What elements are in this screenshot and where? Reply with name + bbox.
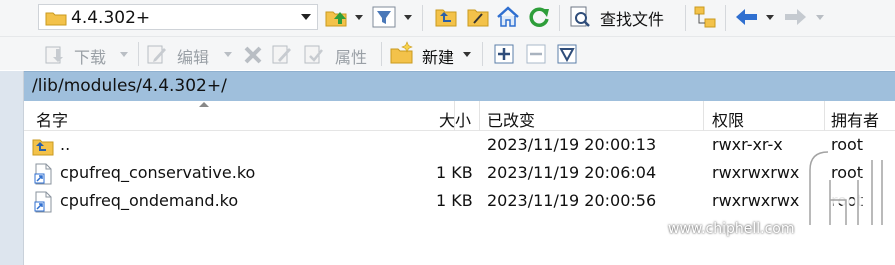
toolbar-divider	[138, 42, 139, 66]
file-permissions: rwxr-xr-x	[712, 135, 783, 154]
address-bar[interactable]: /lib/modules/4.4.302+/	[24, 71, 895, 101]
table-row[interactable]: cpufreq_ondemand.ko 1 KB 2023/11/19 20:0…	[24, 188, 895, 216]
side-panel-edge	[0, 71, 24, 265]
column-header-permissions[interactable]: 权限	[712, 107, 744, 131]
forward-arrow-icon[interactable]	[782, 5, 808, 29]
watermark-url: www.chiphell.com	[668, 221, 795, 237]
table-row[interactable]: cpufreq_conservative.ko 1 KB 2023/11/19 …	[24, 160, 895, 188]
minus-icon[interactable]	[526, 44, 546, 64]
column-divider[interactable]	[824, 101, 825, 131]
sort-ascending-icon	[199, 102, 209, 107]
file-size: 1 KB	[436, 191, 473, 210]
refresh-icon[interactable]	[527, 5, 551, 29]
forward-dropdown-icon[interactable]	[816, 15, 824, 20]
back-arrow-icon[interactable]	[734, 5, 760, 29]
file-name: ..	[60, 135, 71, 154]
file-permissions: rwxrwxrwx	[712, 191, 800, 210]
edit-dropdown-icon[interactable]	[224, 52, 232, 57]
download-button[interactable]: 下载	[74, 44, 106, 68]
file-link-icon	[34, 191, 52, 213]
column-header-size[interactable]: 大小	[439, 107, 471, 131]
parent-directory-icon[interactable]	[434, 5, 458, 29]
edit-icon[interactable]	[146, 43, 168, 65]
file-modified: 2023/11/19 20:06:04	[487, 163, 657, 182]
download-icon[interactable]	[44, 43, 66, 65]
column-header-modified[interactable]: 已改变	[487, 107, 535, 131]
directory-tree-icon[interactable]	[693, 5, 717, 29]
folder-icon	[45, 12, 67, 26]
file-name: cpufreq_conservative.ko	[60, 163, 256, 182]
properties-icon[interactable]	[303, 43, 325, 65]
toolbar-divider	[482, 42, 483, 66]
parent-folder-icon	[32, 139, 54, 156]
file-modified: 2023/11/19 20:00:13	[487, 135, 657, 154]
file-link-icon	[34, 163, 52, 185]
toolbar-divider	[381, 42, 382, 66]
new-dropdown-icon[interactable]	[463, 52, 471, 57]
main-toolbar: 4.4.302+ 查找文件	[0, 0, 895, 36]
chevron-down-icon[interactable]	[301, 14, 311, 20]
new-folder-icon[interactable]	[389, 41, 415, 65]
find-files-button[interactable]: 查找文件	[600, 6, 664, 30]
table-row[interactable]: .. 2023/11/19 20:00:13 rwxr-xr-x root	[24, 132, 895, 160]
column-divider[interactable]	[479, 101, 480, 131]
download-dropdown-icon[interactable]	[120, 52, 128, 57]
file-list: 名字 大小 已改变 权限 拥有者 .. 2023/11/19 20:00:13 …	[24, 101, 895, 265]
toolbar-divider	[685, 5, 686, 31]
remote-path-combobox[interactable]: 4.4.302+	[38, 4, 318, 30]
current-path: /lib/modules/4.4.302+/	[32, 76, 227, 96]
find-files-icon[interactable]	[568, 5, 592, 29]
home-icon[interactable]	[496, 5, 520, 29]
file-size: 1 KB	[436, 163, 473, 182]
file-modified: 2023/11/19 20:00:56	[487, 191, 657, 210]
file-list-header: 名字 大小 已改变 权限 拥有者	[24, 101, 895, 131]
toolbar-divider	[559, 5, 560, 31]
filter-dropdown-icon[interactable]	[404, 15, 412, 20]
invert-selection-icon[interactable]	[557, 44, 577, 64]
file-name: cpufreq_ondemand.ko	[60, 191, 239, 210]
root-directory-icon[interactable]	[466, 5, 490, 29]
properties-button[interactable]: 属性	[335, 44, 367, 68]
file-permissions: rwxrwxrwx	[712, 163, 800, 182]
rename-icon[interactable]	[271, 43, 293, 65]
remote-path-value: 4.4.302+	[71, 8, 151, 28]
back-dropdown-icon[interactable]	[766, 15, 774, 20]
chiphell-logo-watermark	[806, 148, 886, 229]
open-directory-icon[interactable]	[324, 5, 350, 29]
column-header-name[interactable]: 名字	[36, 107, 68, 131]
file-toolbar: 下载 编辑 属性 新建	[0, 36, 895, 70]
toolbar-divider	[422, 5, 423, 31]
column-header-owner[interactable]: 拥有者	[831, 107, 879, 131]
open-directory-dropdown-icon[interactable]	[355, 15, 363, 20]
filter-icon[interactable]	[371, 5, 397, 29]
column-divider[interactable]	[703, 101, 704, 131]
plus-icon[interactable]	[494, 44, 514, 64]
edit-button[interactable]: 编辑	[177, 44, 209, 68]
toolbar-divider	[725, 5, 726, 31]
delete-icon[interactable]	[243, 45, 263, 65]
new-button[interactable]: 新建	[422, 44, 454, 68]
